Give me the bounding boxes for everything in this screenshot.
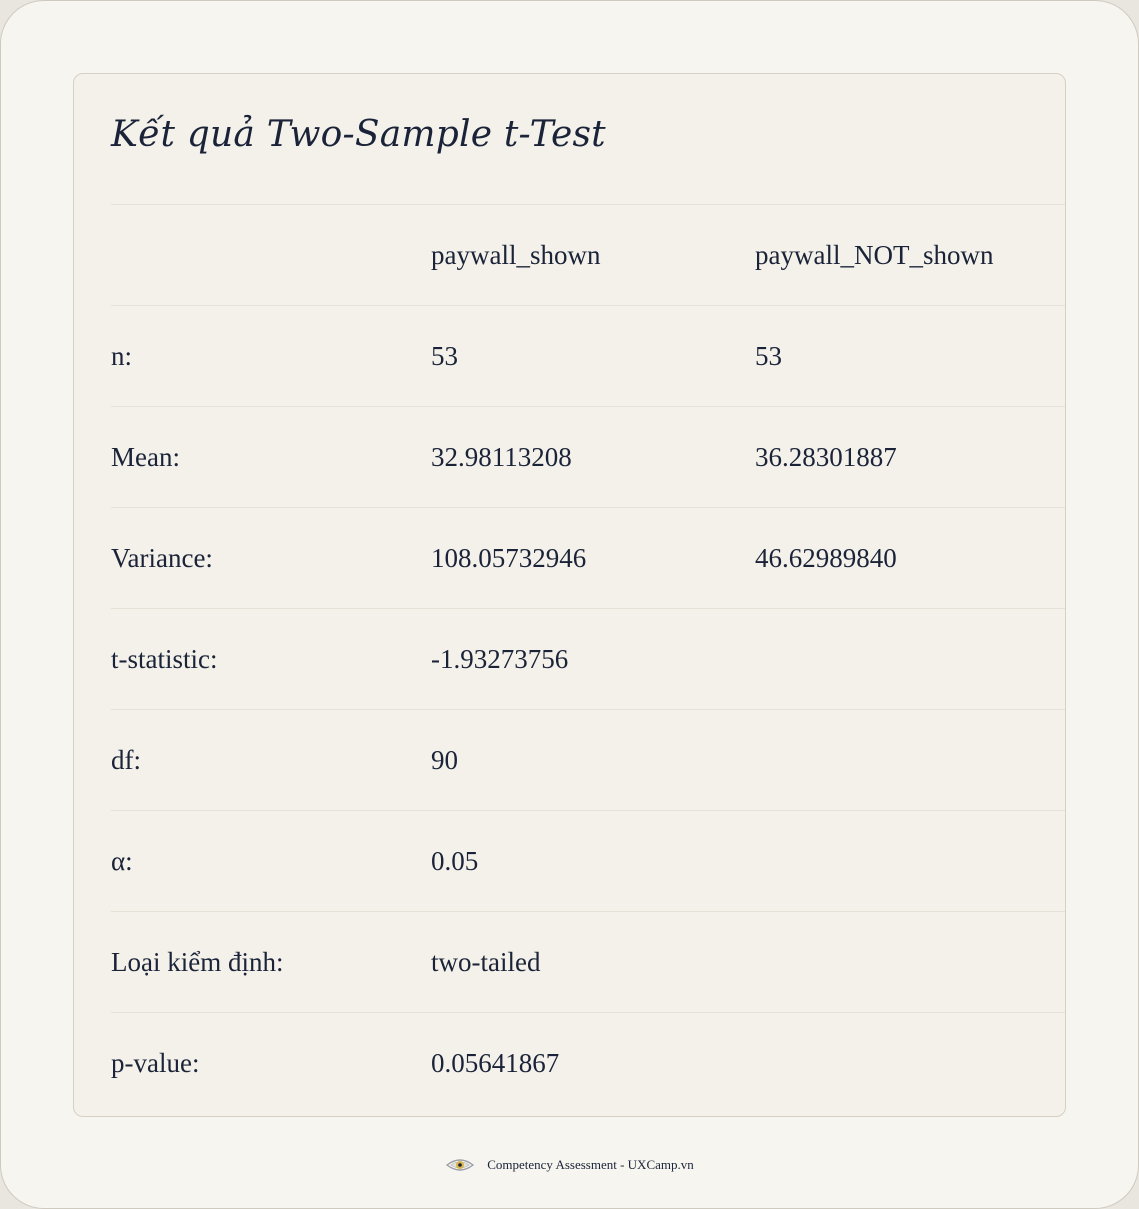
table-row: p-value: 0.05641867 xyxy=(111,1012,1065,1113)
value-paywall-shown: 0.05 xyxy=(431,846,479,876)
table-row: t-statistic: -1.93273756 xyxy=(111,608,1065,709)
row-label: Variance: xyxy=(111,543,213,573)
table-row: α: 0.05 xyxy=(111,810,1065,911)
value-paywall-shown: 0.05641867 xyxy=(431,1048,560,1078)
header-cell-paywall-shown: paywall_shown xyxy=(431,240,601,270)
value-paywall-not-shown: 46.62989840 xyxy=(755,543,897,573)
value-paywall-not-shown: 36.28301887 xyxy=(755,442,897,472)
value-paywall-shown: 32.98113208 xyxy=(431,442,572,472)
table-row: Loại kiểm định: two-tailed xyxy=(111,911,1065,1012)
table-row: df: 90 xyxy=(111,709,1065,810)
value-paywall-shown: -1.93273756 xyxy=(431,644,569,674)
eye-icon xyxy=(445,1156,475,1174)
row-label: p-value: xyxy=(111,1048,200,1078)
page-frame: Kết quả Two-Sample t-Test paywall_shown … xyxy=(0,0,1139,1209)
results-card: Kết quả Two-Sample t-Test paywall_shown … xyxy=(73,73,1066,1117)
table-row: n: 53 53 xyxy=(111,305,1065,406)
footer-text: Competency Assessment - UXCamp.vn xyxy=(487,1157,694,1172)
card-title: Kết quả Two-Sample t-Test xyxy=(111,114,606,155)
value-paywall-shown: 90 xyxy=(431,745,458,775)
table-row: Mean: 32.98113208 36.28301887 xyxy=(111,406,1065,507)
table-row: Variance: 108.05732946 46.62989840 xyxy=(111,507,1065,608)
row-label: n: xyxy=(111,341,133,371)
footer: Competency Assessment - UXCamp.vn xyxy=(1,1151,1138,1179)
value-paywall-shown: 108.05732946 xyxy=(431,543,587,573)
row-label: α: xyxy=(111,846,133,876)
value-paywall-shown: 53 xyxy=(431,341,458,371)
row-label: Loại kiểm định: xyxy=(111,947,284,977)
value-paywall-shown: two-tailed xyxy=(431,947,541,977)
table-header-row: paywall_shown paywall_NOT_shown xyxy=(111,204,1065,305)
row-label: Mean: xyxy=(111,442,180,472)
value-paywall-not-shown: 53 xyxy=(755,341,782,371)
row-label: t-statistic: xyxy=(111,644,218,674)
header-cell-paywall-not-shown: paywall_NOT_shown xyxy=(755,240,994,270)
results-table: paywall_shown paywall_NOT_shown n: 53 53… xyxy=(111,204,1065,1113)
row-label: df: xyxy=(111,745,141,775)
